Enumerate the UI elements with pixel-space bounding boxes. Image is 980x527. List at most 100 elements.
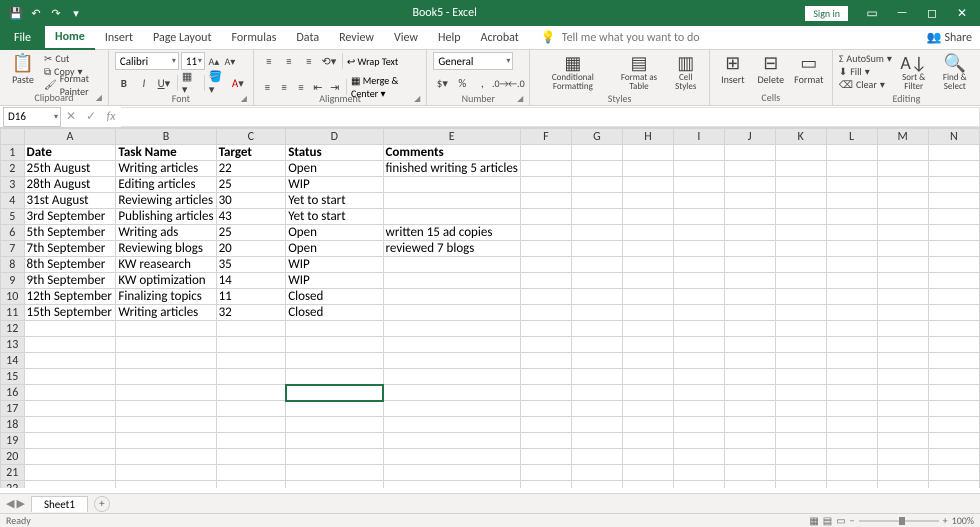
cell-H4[interactable]	[622, 193, 673, 209]
cell-C14[interactable]	[216, 353, 286, 369]
cell-G19[interactable]	[571, 433, 622, 449]
cell-L7[interactable]	[826, 241, 877, 257]
cell-I19[interactable]	[674, 433, 725, 449]
align-bottom-icon[interactable]: ≡	[300, 52, 318, 70]
cell-D22[interactable]	[286, 481, 383, 489]
cell-J19[interactable]	[724, 433, 775, 449]
cell-E8[interactable]	[383, 257, 520, 273]
cell-E3[interactable]	[383, 177, 520, 193]
cell-M1[interactable]	[877, 145, 928, 161]
italic-button[interactable]: I	[135, 74, 153, 92]
col-header-C[interactable]: C	[216, 129, 286, 145]
clipboard-launcher-icon[interactable]: ◢	[96, 91, 102, 105]
cell-D7[interactable]: Open	[286, 241, 383, 257]
cell-I20[interactable]	[674, 449, 725, 465]
cell-L15[interactable]	[826, 369, 877, 385]
row-header-22[interactable]: 22	[1, 481, 25, 489]
cell-N3[interactable]	[928, 177, 979, 193]
cell-C17[interactable]	[216, 401, 286, 417]
cell-C1[interactable]: Target	[216, 145, 286, 161]
conditional-formatting-button[interactable]: ▦Conditional Formatting	[536, 52, 609, 93]
cell-G21[interactable]	[571, 465, 622, 481]
cell-K16[interactable]	[775, 385, 826, 401]
cell-N14[interactable]	[928, 353, 979, 369]
cell-C18[interactable]	[216, 417, 286, 433]
cell-H20[interactable]	[622, 449, 673, 465]
cell-J21[interactable]	[724, 465, 775, 481]
row-header-9[interactable]: 9	[1, 273, 25, 289]
cell-C21[interactable]	[216, 465, 286, 481]
cell-M18[interactable]	[877, 417, 928, 433]
cell-C8[interactable]: 35	[216, 257, 286, 273]
cell-F18[interactable]	[520, 417, 571, 433]
cell-L5[interactable]	[826, 209, 877, 225]
cell-I11[interactable]	[674, 305, 725, 321]
cell-K8[interactable]	[775, 257, 826, 273]
cell-N17[interactable]	[928, 401, 979, 417]
cell-G5[interactable]	[571, 209, 622, 225]
cell-E5[interactable]	[383, 209, 520, 225]
cell-F11[interactable]	[520, 305, 571, 321]
cell-J18[interactable]	[724, 417, 775, 433]
row-header-3[interactable]: 3	[1, 177, 25, 193]
cell-G2[interactable]	[571, 161, 622, 177]
cell-G10[interactable]	[571, 289, 622, 305]
decrease-font-icon[interactable]: A▾	[223, 52, 237, 70]
cell-L13[interactable]	[826, 337, 877, 353]
cell-G8[interactable]	[571, 257, 622, 273]
cell-H22[interactable]	[622, 481, 673, 489]
cell-B17[interactable]	[116, 401, 216, 417]
cell-J11[interactable]	[724, 305, 775, 321]
format-as-table-button[interactable]: ▤Format as Table	[613, 52, 664, 93]
cell-M3[interactable]	[877, 177, 928, 193]
col-header-F[interactable]: F	[520, 129, 571, 145]
tab-home[interactable]: Home	[45, 26, 95, 50]
row-header-18[interactable]: 18	[1, 417, 25, 433]
cancel-formula-icon[interactable]: ✕	[61, 109, 81, 124]
view-page-layout-icon[interactable]: ▤	[823, 514, 832, 527]
row-header-2[interactable]: 2	[1, 161, 25, 177]
cell-F10[interactable]	[520, 289, 571, 305]
zoom-slider[interactable]	[859, 520, 939, 522]
cell-D20[interactable]	[286, 449, 383, 465]
tab-formulas[interactable]: Formulas	[221, 26, 286, 50]
cell-C9[interactable]: 14	[216, 273, 286, 289]
cell-M13[interactable]	[877, 337, 928, 353]
cell-E1[interactable]: Comments	[383, 145, 520, 161]
row-header-5[interactable]: 5	[1, 209, 25, 225]
cell-J14[interactable]	[724, 353, 775, 369]
cell-K2[interactable]	[775, 161, 826, 177]
cut-button[interactable]: ✂Cut	[44, 52, 102, 65]
tab-help[interactable]: Help	[428, 26, 471, 50]
col-header-D[interactable]: D	[286, 129, 383, 145]
cell-A14[interactable]	[24, 353, 116, 369]
cell-K22[interactable]	[775, 481, 826, 489]
cell-F17[interactable]	[520, 401, 571, 417]
cell-H19[interactable]	[622, 433, 673, 449]
fx-icon[interactable]: fx	[101, 110, 121, 124]
cell-D8[interactable]: WIP	[286, 257, 383, 273]
cell-J12[interactable]	[724, 321, 775, 337]
cell-E10[interactable]	[383, 289, 520, 305]
cell-F3[interactable]	[520, 177, 571, 193]
cell-B8[interactable]: KW reasearch	[116, 257, 216, 273]
cell-K21[interactable]	[775, 465, 826, 481]
number-launcher-icon[interactable]: ◢	[517, 92, 523, 106]
cell-K19[interactable]	[775, 433, 826, 449]
cell-J2[interactable]	[724, 161, 775, 177]
cell-N4[interactable]	[928, 193, 979, 209]
col-header-G[interactable]: G	[571, 129, 622, 145]
cell-G6[interactable]	[571, 225, 622, 241]
cell-B9[interactable]: KW optimization	[116, 273, 216, 289]
cell-D21[interactable]	[286, 465, 383, 481]
cell-J8[interactable]	[724, 257, 775, 273]
cell-F2[interactable]	[520, 161, 571, 177]
cell-J9[interactable]	[724, 273, 775, 289]
cell-N22[interactable]	[928, 481, 979, 489]
cell-I17[interactable]	[674, 401, 725, 417]
cell-E19[interactable]	[383, 433, 520, 449]
tab-review[interactable]: Review	[329, 26, 384, 50]
cell-K10[interactable]	[775, 289, 826, 305]
cell-D5[interactable]: Yet to start	[286, 209, 383, 225]
cell-G16[interactable]	[571, 385, 622, 401]
